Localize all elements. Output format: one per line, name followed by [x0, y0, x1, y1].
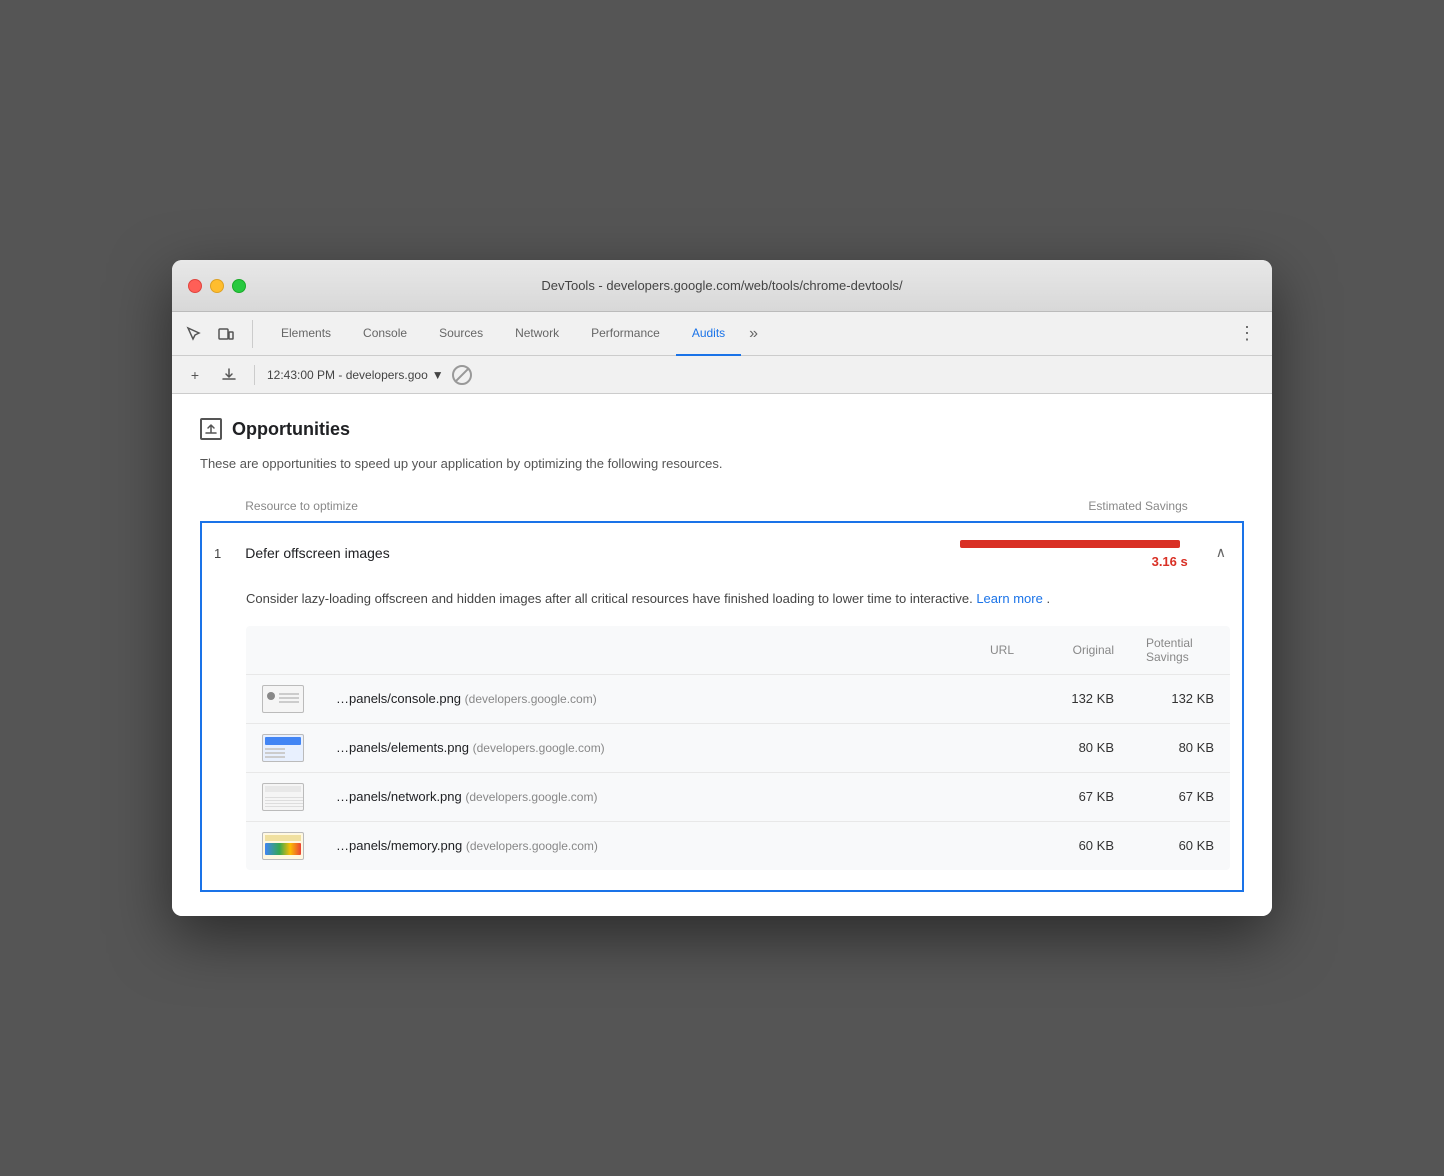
maximize-button[interactable]	[232, 279, 246, 293]
url-dropdown[interactable]: 12:43:00 PM - developers.goo ▼	[267, 368, 444, 382]
add-button[interactable]: +	[182, 362, 208, 388]
tab-performance[interactable]: Performance	[575, 312, 676, 356]
tab-elements[interactable]: Elements	[265, 312, 347, 356]
url-origin: (developers.google.com)	[465, 692, 597, 706]
toolbar-icons	[180, 320, 253, 348]
description-cell: Consider lazy-loading offscreen and hidd…	[201, 583, 1243, 622]
devtools-toolbar: Elements Console Sources Network Perform…	[172, 312, 1272, 356]
url-cell: …panels/memory.png (developers.google.co…	[320, 821, 1030, 870]
tab-console[interactable]: Console	[347, 312, 423, 356]
table-header: Resource to optimize Estimated Savings	[201, 491, 1243, 522]
section-description: These are opportunities to speed up your…	[200, 456, 1244, 471]
thumb-cell	[246, 674, 320, 723]
sub-table-wrapper: URL Original Potential Savings …panels/c…	[246, 626, 1230, 870]
device-toggle-icon[interactable]	[212, 320, 240, 348]
sub-header-original: Original	[1030, 626, 1130, 675]
url-origin: (developers.google.com)	[473, 741, 605, 755]
tab-audits[interactable]: Audits	[676, 312, 741, 356]
block-icon[interactable]	[452, 365, 472, 385]
header-savings: Estimated Savings	[920, 491, 1200, 522]
url-text: …panels/console.png	[336, 691, 461, 706]
sub-table: URL Original Potential Savings …panels/c…	[246, 626, 1230, 870]
url-cell: …panels/elements.png (developers.google.…	[320, 723, 1030, 772]
sub-table-cell: URL Original Potential Savings …panels/c…	[201, 622, 1243, 891]
download-button[interactable]	[216, 362, 242, 388]
inspect-icon[interactable]	[180, 320, 208, 348]
thumb-network-icon	[262, 783, 304, 811]
description-row: Consider lazy-loading offscreen and hidd…	[201, 583, 1243, 622]
original-size: 132 KB	[1030, 674, 1130, 723]
url-cell: …panels/console.png (developers.google.c…	[320, 674, 1030, 723]
opportunities-table: Resource to optimize Estimated Savings 1…	[200, 491, 1244, 892]
header-number	[201, 491, 233, 522]
browser-window: DevTools - developers.google.com/web/too…	[172, 260, 1272, 916]
sub-table-header: URL Original Potential Savings	[246, 626, 1230, 675]
original-size: 80 KB	[1030, 723, 1130, 772]
title-bar: DevTools - developers.google.com/web/too…	[172, 260, 1272, 312]
chevron-up-icon[interactable]: ∧	[1212, 544, 1230, 560]
minimize-button[interactable]	[210, 279, 224, 293]
potential-savings: 132 KB	[1130, 674, 1230, 723]
more-tabs-button[interactable]: »	[741, 312, 766, 356]
url-text: …panels/elements.png	[336, 740, 469, 755]
thumb-cell	[246, 723, 320, 772]
second-toolbar: + 12:43:00 PM - developers.goo ▼	[172, 356, 1272, 394]
url-display: 12:43:00 PM - developers.goo ▼	[267, 368, 444, 382]
row-number: 1	[201, 522, 233, 583]
audit-row[interactable]: 1 Defer offscreen images 3.16 s ∧	[201, 522, 1243, 583]
main-content: Opportunities These are opportunities to…	[172, 394, 1272, 916]
sub-table-row: …panels/console.png (developers.google.c…	[246, 674, 1230, 723]
toolbar-divider	[254, 365, 255, 385]
url-text: …panels/memory.png	[336, 838, 462, 853]
thumb-cell	[246, 821, 320, 870]
url-origin: (developers.google.com)	[466, 839, 598, 853]
header-resource: Resource to optimize	[233, 491, 920, 522]
settings-button[interactable]: ⋮	[1230, 323, 1264, 344]
close-button[interactable]	[188, 279, 202, 293]
sub-table-row: …panels/elements.png (developers.google.…	[246, 723, 1230, 772]
window-title: DevTools - developers.google.com/web/too…	[541, 278, 902, 293]
tab-sources[interactable]: Sources	[423, 312, 499, 356]
thumb-console-icon	[262, 685, 304, 713]
row-label: Defer offscreen images	[233, 522, 920, 583]
chevron-cell: ∧	[1200, 522, 1243, 583]
sub-table-row: …panels/memory.png (developers.google.co…	[246, 821, 1230, 870]
traffic-lights	[188, 279, 246, 293]
sub-table-row: …panels/network.png (developers.google.c…	[246, 772, 1230, 821]
original-size: 67 KB	[1030, 772, 1130, 821]
thumb-cell	[246, 772, 320, 821]
sub-table-row: URL Original Potential Savings …panels/c…	[201, 622, 1243, 891]
sub-table-body: …panels/console.png (developers.google.c…	[246, 674, 1230, 870]
sub-header-thumb	[246, 626, 320, 675]
learn-more-link[interactable]: Learn more	[976, 591, 1046, 606]
url-text: …panels/network.png	[336, 789, 462, 804]
potential-savings: 67 KB	[1130, 772, 1230, 821]
savings-bar-cell: 3.16 s	[920, 522, 1200, 583]
header-chevron	[1200, 491, 1243, 522]
opportunities-icon	[200, 418, 222, 440]
thumb-elements-icon	[262, 734, 304, 762]
savings-value: 3.16 s	[1152, 554, 1188, 569]
url-origin: (developers.google.com)	[465, 790, 597, 804]
section-title: Opportunities	[232, 419, 350, 440]
sub-header-url: URL	[320, 626, 1030, 675]
savings-bar	[960, 540, 1180, 548]
url-cell: …panels/network.png (developers.google.c…	[320, 772, 1030, 821]
section-header: Opportunities	[200, 418, 1244, 440]
tab-network[interactable]: Network	[499, 312, 575, 356]
sub-header-savings: Potential Savings	[1130, 626, 1230, 675]
thumb-memory-icon	[262, 832, 304, 860]
potential-savings: 60 KB	[1130, 821, 1230, 870]
original-size: 60 KB	[1030, 821, 1130, 870]
potential-savings: 80 KB	[1130, 723, 1230, 772]
devtools-tabs: Elements Console Sources Network Perform…	[265, 312, 1230, 356]
